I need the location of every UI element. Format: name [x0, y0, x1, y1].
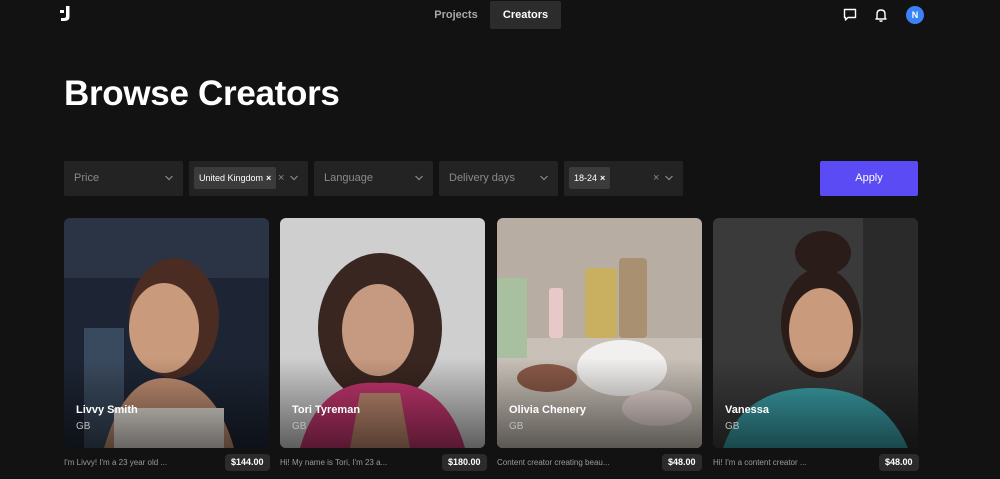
card-gradient	[280, 358, 485, 448]
age-filter[interactable]: 18-24 × ×	[564, 161, 683, 196]
tab-projects[interactable]: Projects	[425, 1, 487, 29]
creator-card[interactable]: Livvy Smith GB	[64, 218, 269, 448]
country-clear-icon[interactable]: ×	[278, 172, 284, 184]
card-gradient	[64, 358, 269, 448]
creator-name: Livvy Smith	[76, 404, 138, 416]
chevron-down-icon	[165, 175, 173, 181]
chevron-down-icon	[290, 175, 298, 181]
age-clear-icon[interactable]: ×	[653, 172, 659, 184]
creator-bio: Content creator creating beau...	[497, 458, 610, 467]
price-filter-placeholder: Price	[74, 172, 100, 184]
user-avatar[interactable]: N	[906, 6, 924, 24]
delivery-days-placeholder: Delivery days	[449, 172, 516, 184]
card-gradient	[713, 358, 918, 448]
bell-icon[interactable]	[873, 7, 889, 23]
top-navigation: Projects Creators N	[0, 0, 1000, 30]
creator-name: Olivia Chenery	[509, 404, 587, 416]
tab-creators[interactable]: Creators	[490, 1, 561, 29]
logo-icon[interactable]	[58, 6, 72, 22]
creator-bio: I'm Livvy! I'm a 23 year old ...	[64, 458, 168, 467]
chevron-down-icon	[665, 175, 673, 181]
language-filter-placeholder: Language	[324, 172, 373, 184]
creator-country: GB	[76, 421, 91, 432]
age-chip-label: 18-24	[574, 173, 598, 183]
chat-icon[interactable]	[842, 7, 858, 23]
apply-button[interactable]: Apply	[820, 161, 918, 196]
creator-bio: Hi! My name is Tori, I'm 23 a...	[280, 458, 388, 467]
price-filter[interactable]: Price	[64, 161, 183, 196]
country-chip: United Kingdom ×	[194, 167, 277, 189]
card-gradient	[497, 358, 702, 448]
creator-card[interactable]: Vanessa GB	[713, 218, 918, 448]
creator-bio: Hi! I'm a content creator ...	[713, 458, 807, 467]
price-badge: $180.00	[442, 454, 487, 471]
country-filter[interactable]: United Kingdom × ×	[189, 161, 308, 196]
age-chip-remove-icon[interactable]: ×	[600, 173, 605, 183]
creator-card[interactable]: Tori Tyreman GB	[280, 218, 485, 448]
creator-country: GB	[509, 421, 524, 432]
country-chip-label: United Kingdom	[199, 173, 264, 183]
country-chip-remove-icon[interactable]: ×	[266, 173, 271, 183]
age-chip: 18-24 ×	[569, 167, 611, 189]
price-badge: $144.00	[225, 454, 270, 471]
creator-country: GB	[725, 421, 740, 432]
creator-name: Tori Tyreman	[292, 404, 361, 416]
creator-country: GB	[292, 421, 307, 432]
page-title: Browse Creators	[64, 74, 340, 113]
price-badge: $48.00	[879, 454, 919, 471]
price-badge: $48.00	[662, 454, 702, 471]
language-filter[interactable]: Language	[314, 161, 433, 196]
chevron-down-icon	[540, 175, 548, 181]
creator-card[interactable]: Olivia Chenery GB	[497, 218, 702, 448]
delivery-days-filter[interactable]: Delivery days	[439, 161, 558, 196]
creator-name: Vanessa	[725, 404, 770, 416]
chevron-down-icon	[415, 175, 423, 181]
